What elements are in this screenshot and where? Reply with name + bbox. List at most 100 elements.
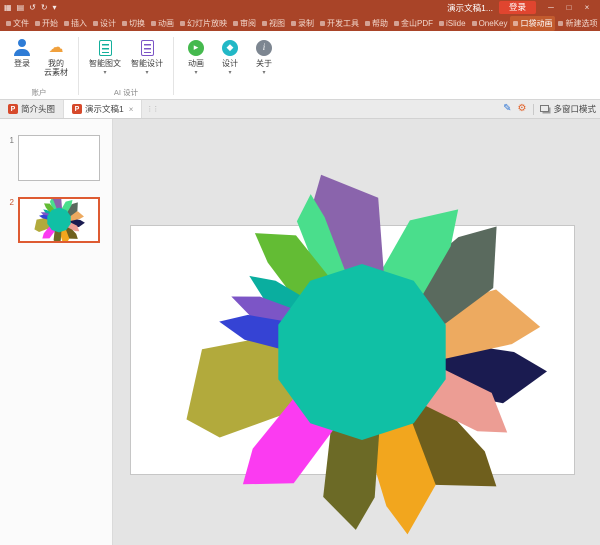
about-button[interactable]: i 关于 ▾ xyxy=(248,36,280,76)
menu-item-label: 切换 xyxy=(129,18,145,29)
menu-item-14[interactable]: OneKey xyxy=(469,17,511,30)
menu-glyph-icon xyxy=(233,21,238,26)
close-button[interactable]: × xyxy=(578,3,596,12)
my-cloud-assets-label: 我的 云素材 xyxy=(44,59,68,77)
app-menu-icon[interactable]: ▦ xyxy=(4,3,12,12)
save-icon[interactable]: ▤ xyxy=(17,3,25,12)
menu-item-15[interactable]: 口袋动画 xyxy=(510,16,555,31)
doc-tab-label: 演示文稿1 xyxy=(85,103,124,115)
ribbon-divider xyxy=(78,37,79,95)
smart-design-label: 智能设计 xyxy=(131,59,163,68)
menu-glyph-icon xyxy=(365,21,370,26)
menu-item-5[interactable]: 动画 xyxy=(148,16,177,31)
menu-item-label: 开发工具 xyxy=(327,18,359,29)
ribbon-group-ai-design: 智能图文 ▾ 智能设计 ▾ AI 设计 xyxy=(85,33,167,99)
group-label-tools xyxy=(180,86,280,99)
login-ribbon-button[interactable]: 登录 xyxy=(6,36,38,68)
menu-item-16[interactable]: 新建选项 xyxy=(555,16,600,31)
sign-in-button[interactable]: 登录 xyxy=(499,1,536,14)
menu-item-label: 新建选项 xyxy=(565,18,597,29)
slide-1-thumbnail[interactable] xyxy=(18,135,100,181)
group-label-ai-design: AI 设计 xyxy=(85,86,167,99)
menu-glyph-icon xyxy=(180,21,185,26)
about-icon: i xyxy=(256,40,272,56)
menu-item-label: 审阅 xyxy=(240,18,256,29)
menu-glyph-icon xyxy=(439,21,444,26)
menu-item-2[interactable]: 插入 xyxy=(61,16,90,31)
menu-item-label: 帮助 xyxy=(372,18,388,29)
menu-item-label: 录制 xyxy=(298,18,314,29)
dropdown-caret-icon: ▾ xyxy=(194,70,197,76)
doc-tab-intro[interactable]: P 简介头图 xyxy=(0,100,64,118)
doc-tab-current[interactable]: P 演示文稿1 × xyxy=(64,100,142,118)
menu-glyph-icon xyxy=(394,21,399,26)
ribbon-divider xyxy=(173,37,174,95)
menu-item-0[interactable]: 文件 xyxy=(3,16,32,31)
tab-drag-handle-icon[interactable]: ⋮⋮ xyxy=(142,105,162,113)
design-label: 设计 xyxy=(222,59,238,68)
maximize-button[interactable]: □ xyxy=(560,3,578,12)
pinwheel-artwork[interactable] xyxy=(162,152,562,545)
dropdown-caret-icon: ▾ xyxy=(262,70,265,76)
menu-glyph-icon xyxy=(320,21,325,26)
menu-item-label: 视图 xyxy=(269,18,285,29)
menu-item-1[interactable]: 开始 xyxy=(32,16,61,31)
cloud-icon: ☁ xyxy=(49,40,64,55)
smart-design-icon xyxy=(141,40,154,56)
my-cloud-assets-button[interactable]: ☁ 我的 云素材 xyxy=(40,36,72,77)
document-tab-bar: P 简介头图 P 演示文稿1 × ⋮⋮ ✎ ⚙ 多窗口模式 xyxy=(0,100,600,119)
animation-label: 动画 xyxy=(188,59,204,68)
menu-item-label: 设计 xyxy=(100,18,116,29)
menu-item-label: 金山PDF xyxy=(401,18,433,29)
menu-item-11[interactable]: 帮助 xyxy=(362,16,391,31)
menu-item-label: 动画 xyxy=(158,18,174,29)
animation-button[interactable]: ▸ 动画 ▾ xyxy=(180,36,212,76)
tab-close-icon[interactable]: × xyxy=(129,105,134,114)
menu-glyph-icon xyxy=(64,21,69,26)
window-controls: ─ □ × xyxy=(542,3,596,12)
ppt-file-icon: P xyxy=(72,104,82,114)
slide-2-thumbnail[interactable] xyxy=(18,197,100,243)
powerpoint-window: ▦ ▤ ↺ ↻ ▾ 演示文稿1... 登录 ─ □ × 文件开始插入设计切换动画… xyxy=(0,0,600,545)
doc-tab-label: 简介头图 xyxy=(21,103,55,115)
customize-qat-icon[interactable]: ▾ xyxy=(53,3,57,12)
pinwheel-center-decagon[interactable] xyxy=(278,264,445,440)
design-button[interactable]: ◆ 设计 ▾ xyxy=(214,36,246,76)
smart-doc-button[interactable]: 智能图文 ▾ xyxy=(85,36,125,76)
slide-number: 2 xyxy=(4,197,14,243)
dropdown-caret-icon: ▾ xyxy=(103,70,106,76)
redo-icon[interactable]: ↻ xyxy=(41,3,48,12)
toolbar-divider xyxy=(533,104,534,115)
slide-number: 1 xyxy=(4,135,14,181)
menu-item-3[interactable]: 设计 xyxy=(90,16,119,31)
menu-item-8[interactable]: 视图 xyxy=(259,16,288,31)
menu-item-10[interactable]: 开发工具 xyxy=(317,16,362,31)
menu-glyph-icon xyxy=(472,21,477,26)
multi-window-icon xyxy=(540,105,549,112)
menu-glyph-icon xyxy=(35,21,40,26)
slide-item-2: 2 xyxy=(4,197,112,243)
pinwheel-center-decagon[interactable] xyxy=(47,208,70,233)
multi-window-mode-button[interactable]: 多窗口模式 xyxy=(553,103,596,115)
ppt-file-icon: P xyxy=(8,104,18,114)
slide-thumbnail-panel: 1 2 xyxy=(0,119,113,545)
login-ribbon-label: 登录 xyxy=(14,59,30,68)
menu-item-13[interactable]: iSlide xyxy=(436,17,469,30)
format-brush-icon[interactable]: ✎ xyxy=(500,104,514,114)
window-title: 演示文稿1... xyxy=(447,2,493,14)
menu-item-label: 幻灯片放映 xyxy=(187,18,227,29)
dropdown-caret-icon: ▾ xyxy=(145,70,148,76)
undo-icon[interactable]: ↺ xyxy=(29,3,36,12)
design-icon: ◆ xyxy=(222,40,238,56)
smart-design-button[interactable]: 智能设计 ▾ xyxy=(127,36,167,76)
menu-item-label: 文件 xyxy=(13,18,29,29)
settings-gear-icon[interactable]: ⚙ xyxy=(515,104,530,114)
minimize-button[interactable]: ─ xyxy=(542,3,560,12)
menu-item-12[interactable]: 金山PDF xyxy=(391,16,436,31)
menu-item-4[interactable]: 切换 xyxy=(119,16,148,31)
slide-item-1: 1 xyxy=(4,135,112,181)
menu-item-7[interactable]: 审阅 xyxy=(230,16,259,31)
menu-item-6[interactable]: 幻灯片放映 xyxy=(177,16,230,31)
about-label: 关于 xyxy=(256,59,272,68)
menu-item-9[interactable]: 录制 xyxy=(288,16,317,31)
